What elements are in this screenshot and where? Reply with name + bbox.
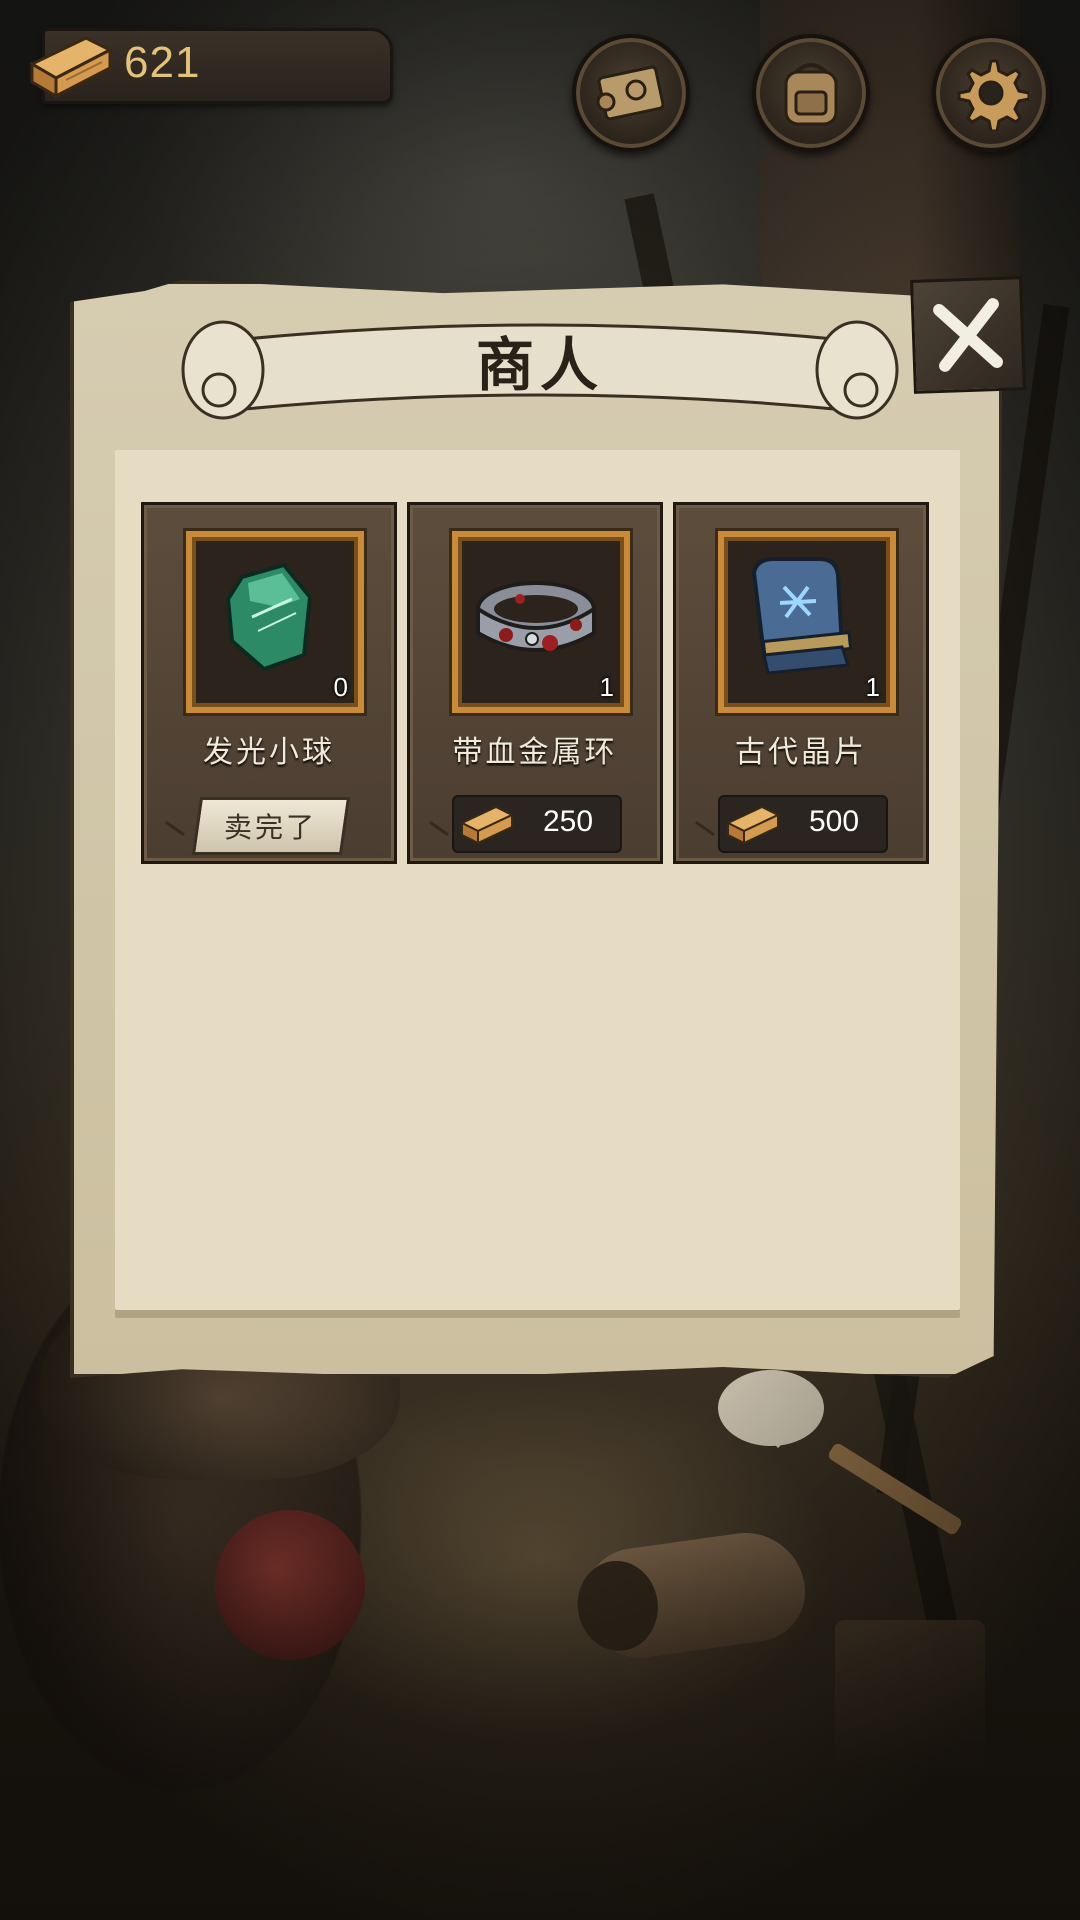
item-card-ancient-chip[interactable]: 1 古代晶片 500 xyxy=(673,502,929,864)
map-scroll-icon xyxy=(596,65,665,121)
wood-icon xyxy=(459,805,515,845)
price-value: 500 xyxy=(808,805,860,838)
wood-count: 621 xyxy=(124,38,201,87)
item-quantity: 1 xyxy=(599,672,614,702)
price-value: 250 xyxy=(542,805,594,838)
item-name: 古代晶片 xyxy=(735,735,867,770)
item-quantity: 0 xyxy=(333,672,348,702)
map-button[interactable] xyxy=(572,34,690,152)
sold-out-badge: 卖完了 xyxy=(191,797,351,855)
item-card-glowing-orb[interactable]: 0 发光小球 卖完了 xyxy=(141,502,397,864)
wood-icon xyxy=(28,36,114,99)
item-quantity: 1 xyxy=(865,672,880,702)
close-button[interactable] xyxy=(910,276,1026,394)
ancient-chip-icon xyxy=(751,557,853,675)
item-frame: 0 xyxy=(186,531,364,713)
item-name: 发光小球 xyxy=(203,735,335,770)
wood-icon xyxy=(725,805,781,845)
price-tag[interactable]: 500 xyxy=(718,795,888,853)
bloody-metal-ring-icon xyxy=(476,581,596,652)
sold-out-label: 卖完了 xyxy=(224,811,318,844)
close-x-icon xyxy=(933,298,1003,372)
settings-button[interactable] xyxy=(932,34,1050,152)
item-frame: 1 xyxy=(452,531,630,713)
gear-icon xyxy=(957,59,1029,131)
backpack-button[interactable] xyxy=(752,34,870,152)
backpack-icon xyxy=(784,63,838,126)
item-card-bloody-metal-ring[interactable]: 1 带血金属环 250 xyxy=(407,502,663,864)
price-tag[interactable]: 250 xyxy=(452,795,622,853)
glowing-orb-icon xyxy=(225,562,313,672)
item-name: 带血金属环 xyxy=(452,735,618,770)
item-frame: 1 xyxy=(718,531,896,713)
